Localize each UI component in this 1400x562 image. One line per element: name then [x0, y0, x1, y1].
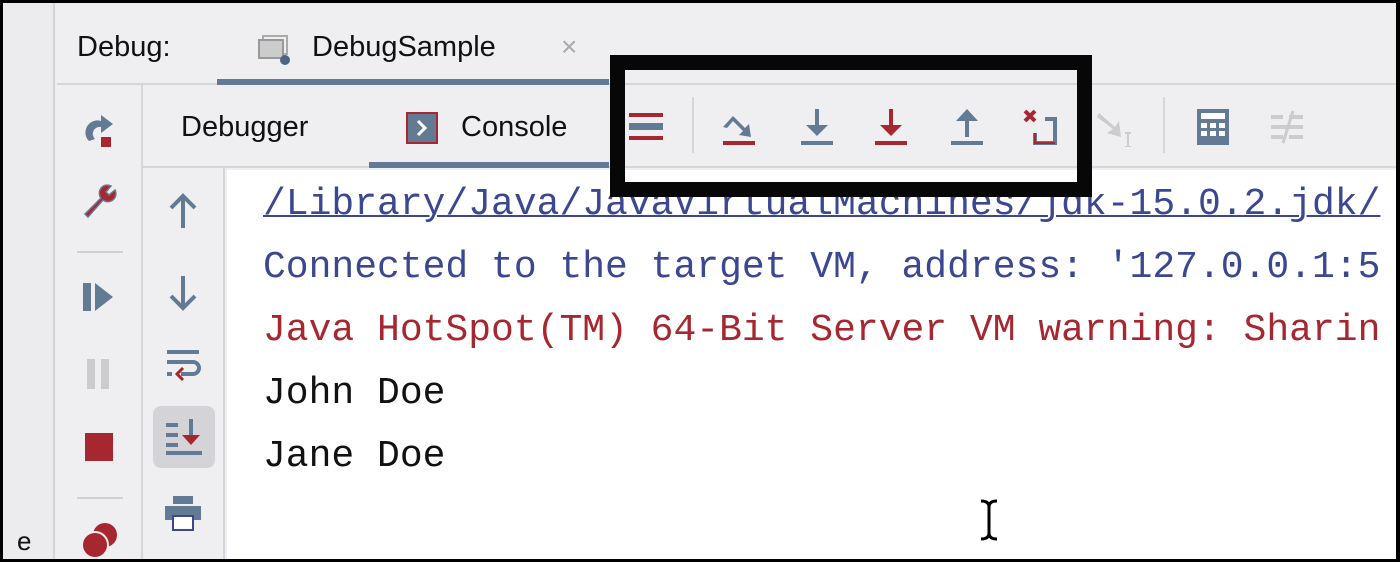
rerun-icon[interactable]: [79, 109, 119, 149]
highlight-box: [610, 55, 1092, 197]
console-line-warning: Java HotSpot(TM) 64-Bit Server VM warnin…: [263, 309, 1381, 352]
wrench-icon[interactable]: [79, 180, 119, 220]
console-output[interactable]: /Library/Java/JavaVirtualMachines/jdk-15…: [227, 170, 1396, 559]
text-cursor-icon: [980, 499, 998, 541]
down-arrow-icon[interactable]: [163, 272, 203, 312]
trace-icon[interactable]: [1267, 107, 1307, 147]
tab-console[interactable]: Console: [461, 111, 567, 144]
divider: [77, 497, 123, 499]
debug-actions-column: [57, 85, 143, 559]
print-icon[interactable]: [163, 494, 203, 534]
console-actions-column: [143, 168, 225, 559]
pause-icon[interactable]: [79, 353, 119, 393]
stop-icon[interactable]: [79, 427, 119, 467]
up-arrow-icon[interactable]: [163, 192, 203, 232]
console-line-info: Connected to the target VM, address: '12…: [263, 246, 1381, 289]
tab-debugger[interactable]: Debugger: [181, 111, 308, 144]
breakpoints-icon[interactable]: [79, 517, 119, 557]
soft-wrap-icon[interactable]: [163, 344, 203, 384]
tab-title: DebugSample: [312, 31, 496, 63]
tab-debugsample[interactable]: DebugSample ×: [217, 3, 609, 85]
console-line-output: Jane Doe: [263, 435, 446, 478]
divider: [1163, 97, 1165, 153]
resume-icon[interactable]: [79, 277, 119, 317]
run-to-cursor-icon[interactable]: [1095, 107, 1135, 147]
debug-label: Debug:: [77, 31, 171, 63]
scroll-to-end-toggle[interactable]: [153, 406, 215, 468]
evaluate-expression-icon[interactable]: [1193, 107, 1233, 147]
divider: [77, 251, 123, 253]
left-strip-fragment: e: [17, 526, 32, 556]
active-tab-indicator: [369, 162, 609, 168]
console-icon: [406, 112, 438, 144]
close-icon[interactable]: ×: [561, 31, 577, 63]
console-line-output: John Doe: [263, 372, 446, 415]
left-strip: e: [3, 3, 55, 559]
app-window-icon: [258, 35, 290, 65]
scroll-to-end-icon: [166, 419, 202, 455]
